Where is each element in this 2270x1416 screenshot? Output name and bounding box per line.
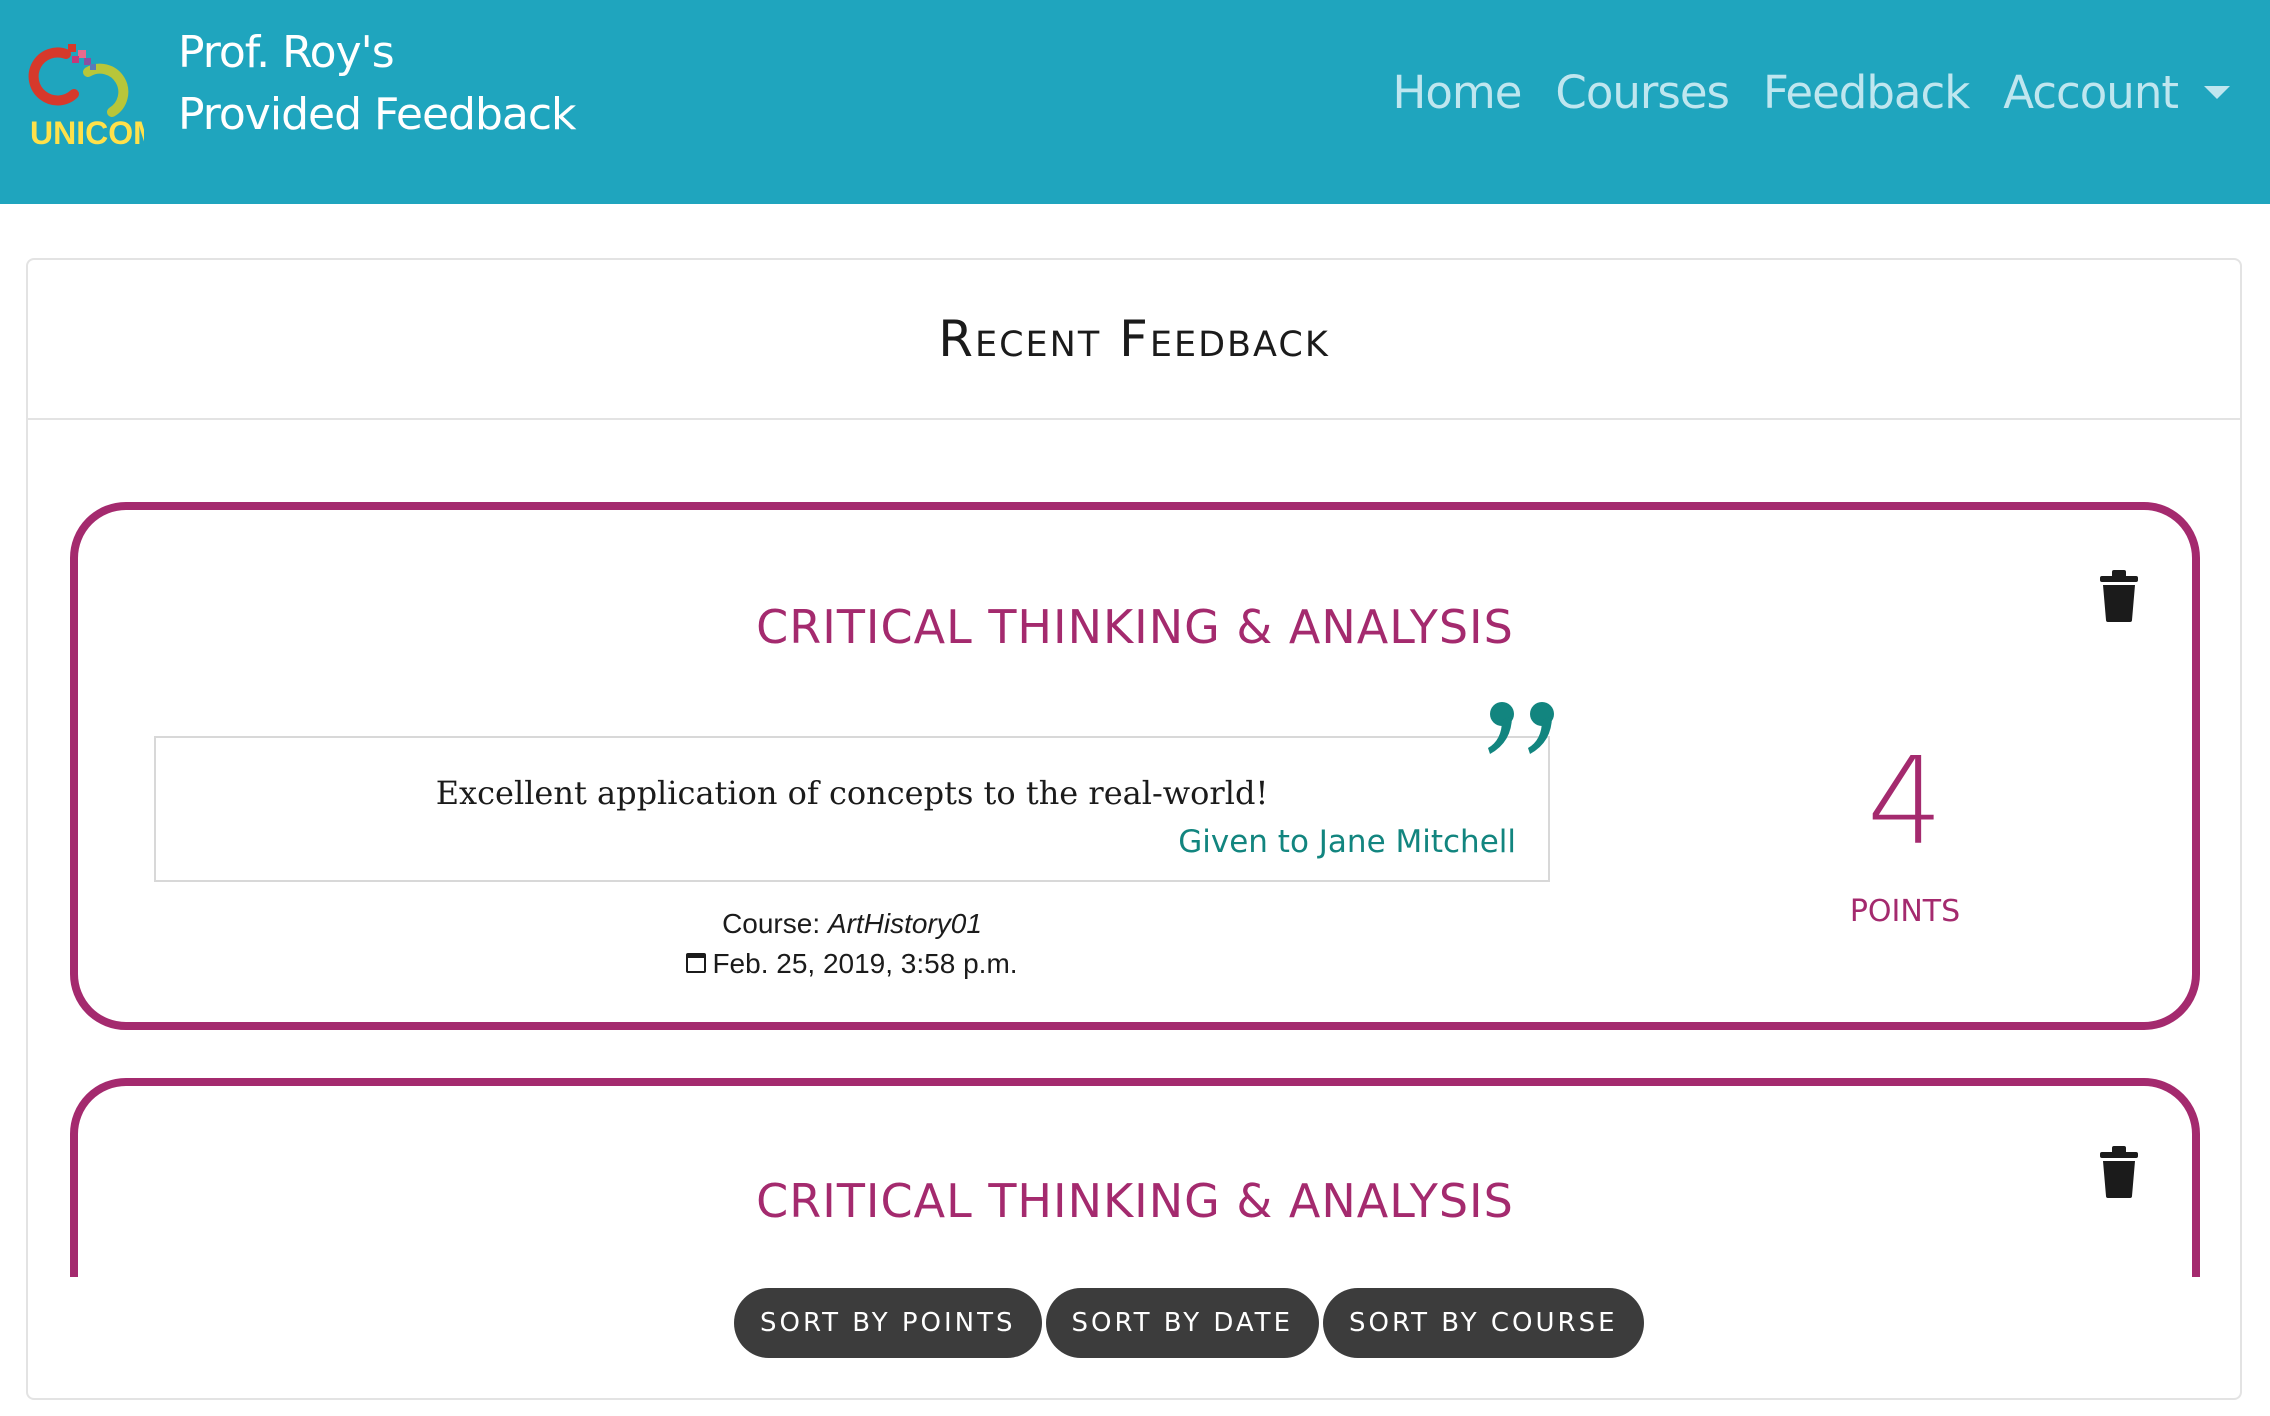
course-name: ArtHistory01 — [827, 908, 982, 939]
trash-icon[interactable] — [2100, 1146, 2138, 1198]
panel-header: Recent Feedback — [28, 260, 2240, 420]
nav-feedback[interactable]: Feedback — [1763, 66, 1970, 119]
course-label: Course: — [722, 908, 821, 939]
svg-text:UNICOM: UNICOM — [30, 115, 144, 150]
feedback-quote-box: Excellent application of concepts to the… — [154, 736, 1550, 882]
quote-icon — [1488, 702, 1554, 754]
panel-title: Recent Feedback — [938, 310, 1330, 368]
feedback-recipient: Given to Jane Mitchell — [1178, 824, 1516, 860]
feedback-list[interactable]: CRITICAL THINKING & ANALYSIS Excellent a… — [28, 422, 2240, 1277]
brand-line-2: Provided Feedback — [178, 89, 577, 140]
nav-account-dropdown[interactable]: Account — [2003, 66, 2230, 119]
feedback-course: Course: ArtHistory01 — [154, 908, 1550, 940]
points-value: 4 — [1866, 733, 1944, 872]
feedback-date-text: Feb. 25, 2019, 3:58 p.m. — [712, 948, 1018, 979]
feedback-panel: Recent Feedback CRITICAL THINKING & ANAL… — [26, 258, 2242, 1400]
brand-title[interactable]: Prof. Roy's Provided Feedback — [178, 22, 577, 146]
unicom-logo[interactable]: UNICOM — [26, 36, 144, 150]
caret-down-icon — [2204, 85, 2230, 99]
nav-home[interactable]: Home — [1393, 66, 1523, 119]
points-label: POINTS — [1849, 894, 1961, 929]
trash-icon[interactable] — [2100, 570, 2138, 622]
feedback-date: Feb. 25, 2019, 3:58 p.m. — [154, 948, 1550, 980]
feedback-card: CRITICAL THINKING & ANALYSIS Excellent a… — [70, 502, 2200, 1030]
feedback-card: CRITICAL THINKING & ANALYSIS — [70, 1078, 2200, 1277]
sort-by-course-button[interactable]: SORT BY COURSE — [1323, 1288, 1644, 1358]
feedback-category: CRITICAL THINKING & ANALYSIS — [756, 1174, 1514, 1228]
nav-account-label: Account — [2003, 66, 2179, 119]
nav-links: Home Courses Feedback Account — [1393, 66, 2230, 119]
nav-courses[interactable]: Courses — [1555, 66, 1730, 119]
feedback-category: CRITICAL THINKING & ANALYSIS — [756, 600, 1514, 654]
sort-by-date-button[interactable]: SORT BY DATE — [1045, 1288, 1319, 1358]
navbar: UNICOM Prof. Roy's Provided Feedback Hom… — [0, 0, 2270, 204]
feedback-quote-text: Excellent application of concepts to the… — [435, 774, 1269, 812]
brand-line-1: Prof. Roy's — [178, 27, 395, 78]
calendar-icon — [686, 952, 707, 973]
sort-by-points-button[interactable]: SORT BY POINTS — [734, 1288, 1042, 1358]
sort-controls: SORT BY POINTS SORT BY DATE SORT BY COUR… — [734, 1288, 1644, 1358]
